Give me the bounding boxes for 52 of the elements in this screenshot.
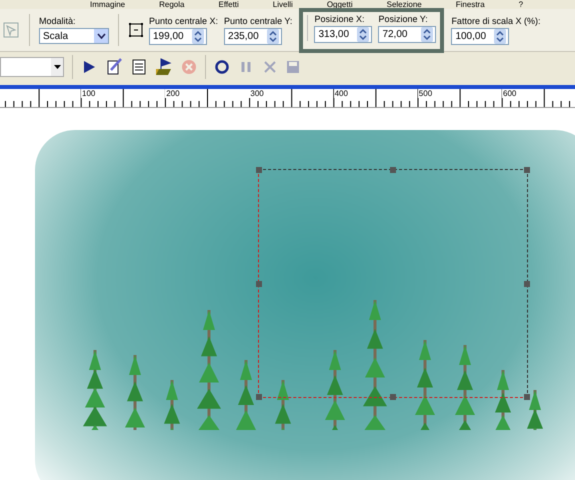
chevron-icon	[96, 33, 106, 39]
selection-box[interactable]	[258, 169, 528, 398]
menu-item[interactable]: Regola	[159, 0, 184, 9]
menu-item[interactable]: Livelli	[272, 0, 293, 9]
folder-flag-icon[interactable]	[155, 58, 173, 76]
resize-handle[interactable]	[524, 167, 530, 173]
mode-dropdown[interactable]: Scala	[39, 28, 109, 44]
play-icon[interactable]	[81, 59, 97, 75]
ruler-label: 100	[81, 89, 96, 98]
spinner-icon[interactable]	[192, 28, 204, 44]
script-dropdown[interactable]	[0, 57, 64, 77]
spinner-icon[interactable]	[357, 26, 370, 42]
resize-handle[interactable]	[390, 394, 396, 400]
menu-item[interactable]: Finestra	[456, 0, 485, 9]
ruler-label: 300	[249, 89, 264, 98]
mode-label: Modalità:	[39, 16, 77, 26]
pine-tree-drawing	[525, 390, 545, 430]
pine-tree-drawing	[273, 380, 293, 430]
resize-handle[interactable]	[524, 394, 530, 400]
menu-item[interactable]: Immagine	[90, 0, 126, 9]
ruler-label: 200	[165, 89, 180, 98]
pick-tool-icon[interactable]	[2, 21, 20, 39]
field-label: Posizione Y:	[378, 14, 429, 24]
caret-icon	[54, 65, 60, 69]
field-label: Fattore di scala X (%):	[451, 16, 540, 26]
resize-handle[interactable]	[256, 167, 262, 173]
spinner-icon[interactable]	[421, 26, 434, 42]
number-field[interactable]: 72,00	[378, 26, 436, 42]
pine-tree-drawing	[236, 360, 256, 430]
spinner-icon[interactable]	[494, 28, 506, 44]
menu-item[interactable]: Effetti	[218, 0, 239, 9]
resize-handle[interactable]	[256, 394, 262, 400]
field-label: Posizione X:	[314, 14, 366, 24]
record-icon[interactable]	[214, 59, 230, 75]
number-field[interactable]: 100,00	[451, 28, 510, 44]
menu-item[interactable]: Selezione	[386, 0, 422, 9]
ruler-label: 400	[334, 89, 348, 98]
number-field[interactable]: 235,00	[224, 28, 282, 44]
pine-tree-drawing	[493, 370, 513, 430]
center-point-icon[interactable]	[128, 22, 144, 38]
field-label: Punto centrale Y:	[224, 16, 292, 26]
list-icon[interactable]	[131, 59, 147, 75]
number-field[interactable]: 199,00	[149, 28, 207, 44]
resize-handle[interactable]	[390, 167, 396, 173]
number-field[interactable]: 313,00	[314, 26, 372, 42]
ruler-label: 600	[502, 89, 516, 98]
spinner-icon[interactable]	[267, 28, 280, 44]
menu-item[interactable]: ?	[518, 0, 524, 9]
scroll-quill-icon[interactable]	[105, 58, 123, 76]
field-label: Punto centrale X:	[149, 16, 218, 26]
ruler-label: 500	[418, 89, 432, 98]
pine-tree-drawing	[162, 380, 182, 430]
